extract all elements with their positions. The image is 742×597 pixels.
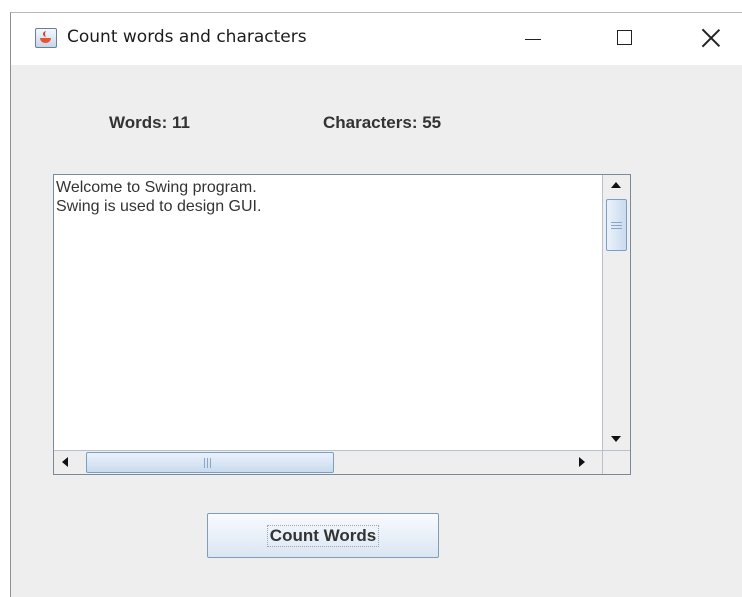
grip-line bbox=[207, 458, 208, 468]
arrow-left-icon bbox=[62, 457, 68, 467]
arrow-right-icon bbox=[579, 457, 585, 467]
scroll-corner bbox=[602, 450, 630, 474]
maximize-icon bbox=[617, 30, 632, 45]
characters-count-label: Characters: 55 bbox=[323, 113, 442, 132]
grip-line bbox=[611, 225, 622, 226]
words-count-label: Words: 11 bbox=[109, 113, 190, 132]
arrow-up-icon bbox=[611, 182, 621, 188]
text-scroll-pane: Welcome to Swing program. Swing is used … bbox=[53, 174, 631, 475]
close-icon bbox=[701, 28, 721, 48]
scroll-left-button[interactable] bbox=[54, 451, 78, 474]
close-button[interactable] bbox=[681, 13, 741, 65]
window-title: Count words and characters bbox=[67, 27, 307, 47]
count-words-button[interactable]: Count Words bbox=[207, 513, 439, 558]
scroll-right-button[interactable] bbox=[570, 451, 594, 474]
grip-line bbox=[611, 222, 622, 223]
scroll-up-button[interactable] bbox=[603, 175, 630, 197]
java-cup-icon bbox=[35, 28, 57, 48]
arrow-down-icon bbox=[611, 436, 621, 442]
vertical-scroll-thumb[interactable] bbox=[606, 199, 627, 251]
minimize-icon bbox=[525, 39, 541, 40]
title-bar[interactable]: Count words and characters bbox=[11, 13, 742, 65]
vertical-scrollbar[interactable] bbox=[602, 175, 630, 450]
text-area[interactable]: Welcome to Swing program. Swing is used … bbox=[54, 175, 602, 450]
scroll-down-button[interactable] bbox=[603, 428, 630, 450]
horizontal-scrollbar[interactable] bbox=[54, 450, 602, 474]
text-line: Swing is used to design GUI. bbox=[56, 198, 262, 215]
maximize-button[interactable] bbox=[595, 13, 655, 65]
minimize-button[interactable] bbox=[501, 13, 561, 65]
grip-line bbox=[204, 458, 205, 468]
horizontal-scroll-thumb[interactable] bbox=[86, 452, 334, 473]
app-window: Count words and characters Words: 11 Cha… bbox=[10, 12, 742, 597]
grip-line bbox=[611, 228, 622, 229]
count-words-label: Count Words bbox=[266, 524, 380, 547]
grip-line bbox=[210, 458, 211, 468]
text-line: Welcome to Swing program. bbox=[56, 179, 257, 196]
